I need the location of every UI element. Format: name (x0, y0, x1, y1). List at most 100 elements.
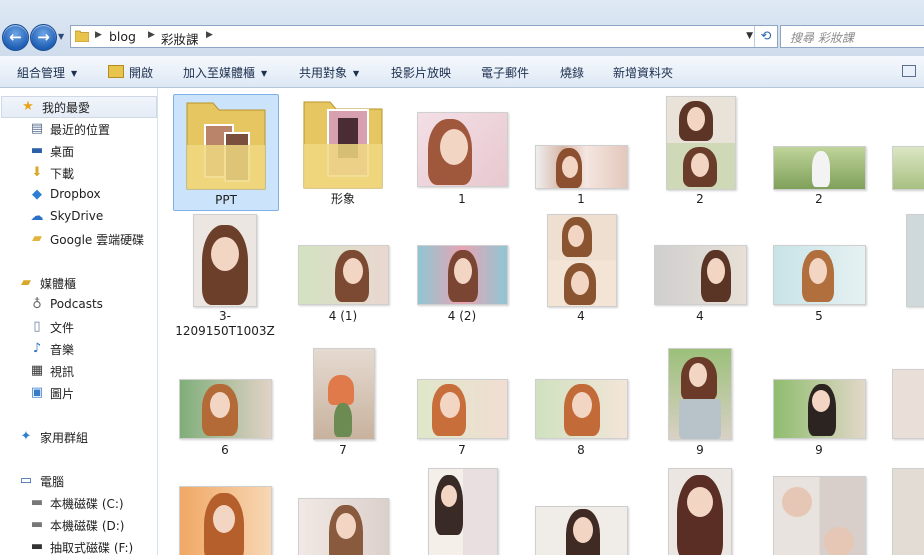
cloud-icon: ☁ (30, 209, 44, 224)
image-item[interactable] (886, 94, 924, 209)
image-thumbnail (417, 379, 508, 439)
slideshow-button[interactable]: 投影片放映 (391, 64, 451, 81)
breadcrumb-folder[interactable]: 彩妝課 (161, 29, 199, 48)
folder-icon (303, 101, 383, 189)
image-item[interactable] (648, 468, 752, 555)
navigation-pane: ★ 我的最愛 ▤ 最近的位置 ▬ 桌面 ⬇ 下載 ◆ Dropbox ☁ Sky… (0, 88, 158, 555)
image-item[interactable]: 8 (529, 346, 633, 461)
image-item[interactable] (173, 468, 277, 555)
nav-google-drive[interactable]: ▰ Google 雲端硬碟 (0, 229, 157, 249)
file-name: 4 (577, 309, 585, 323)
image-thumbnail (773, 245, 866, 305)
recent-pages-dropdown-icon[interactable]: ▼ (58, 32, 64, 41)
address-history-dropdown-icon[interactable]: ▼ (746, 31, 753, 41)
image-item[interactable] (291, 468, 395, 555)
nav-desktop[interactable]: ▬ 桌面 (0, 141, 157, 161)
add-to-library-button[interactable]: 加入至媒體櫃 ▼ (183, 64, 267, 81)
email-button[interactable]: 電子郵件 (481, 64, 529, 81)
file-name: 3-1209150T1003Z (175, 309, 275, 338)
nav-favorites[interactable]: ★ 我的最愛 (1, 96, 157, 118)
file-name: 7 (458, 443, 466, 457)
file-name: 2 (696, 192, 704, 206)
nav-pictures[interactable]: ▣ 圖片 (0, 383, 157, 403)
image-item[interactable]: 3-1209150T1003Z (173, 212, 277, 342)
image-item[interactable]: 1 (410, 94, 514, 209)
address-field[interactable]: ▶ blog ▶ 彩妝課 ▶ ▼ ⟲ (70, 25, 778, 48)
image-item[interactable]: 4 (529, 212, 633, 342)
image-item[interactable]: 4 (2) (410, 212, 514, 342)
nav-drive-c[interactable]: ▬ 本機磁碟 (C:) (0, 493, 157, 513)
image-thumbnail (535, 379, 628, 439)
folder-item[interactable]: 形象 (291, 94, 395, 209)
image-thumbnail (193, 214, 257, 307)
desktop-icon: ▬ (30, 143, 44, 158)
nav-drive-f[interactable]: ▬ 抽取式磁碟 (F:) (0, 537, 157, 557)
image-item[interactable]: 7 (291, 346, 395, 461)
preview-pane-icon[interactable] (902, 65, 916, 77)
dropbox-icon: ◆ (32, 187, 42, 202)
nav-videos[interactable]: ▦ 視訊 (0, 361, 157, 381)
image-item[interactable]: 9 (767, 346, 871, 461)
nav-skydrive[interactable]: ☁ SkyDrive (0, 207, 157, 227)
downloads-icon: ⬇ (31, 165, 43, 180)
back-button[interactable]: ← (2, 24, 29, 51)
nav-podcasts[interactable]: ♁ Podcasts (0, 295, 157, 315)
image-thumbnail (668, 468, 732, 555)
nav-libraries[interactable]: ▰ 媒體櫃 (0, 273, 157, 293)
image-thumbnail (892, 146, 924, 190)
nav-downloads[interactable]: ⬇ 下載 (0, 163, 157, 183)
image-item[interactable]: 6 (173, 346, 277, 461)
image-item[interactable] (886, 212, 924, 342)
nav-documents[interactable]: ▯ 文件 (0, 317, 157, 337)
image-item[interactable]: 9 (648, 346, 752, 461)
computer-icon: ▭ (19, 473, 33, 488)
nav-computer[interactable]: ▭ 電腦 (0, 471, 157, 491)
nav-drive-d[interactable]: ▬ 本機磁碟 (D:) (0, 515, 157, 535)
image-thumbnail (668, 348, 732, 440)
new-folder-button[interactable]: 新增資料夾 (613, 64, 673, 81)
drive-icon: ▬ (30, 517, 44, 532)
image-thumbnail (654, 245, 747, 305)
image-item[interactable] (886, 468, 924, 555)
file-name: PPT (215, 193, 237, 207)
nav-homegroup[interactable]: ✦ 家用群組 (0, 427, 157, 447)
image-thumbnail (535, 506, 628, 555)
image-item[interactable]: 7 (410, 346, 514, 461)
image-item[interactable] (767, 468, 871, 555)
image-item[interactable]: 4 (648, 212, 752, 342)
nav-dropbox[interactable]: ◆ Dropbox (0, 185, 157, 205)
breadcrumb-blog[interactable]: blog (109, 29, 136, 44)
search-placeholder: 搜尋 彩妝課 (790, 31, 854, 45)
file-name: 4 (696, 309, 704, 323)
address-bar: ← → ▼ ▶ blog ▶ 彩妝課 ▶ ▼ ⟲ 搜尋 彩妝課 (0, 0, 924, 56)
image-item[interactable] (410, 468, 514, 555)
forward-button[interactable]: → (30, 24, 57, 51)
back-arrow-icon: ← (9, 28, 22, 46)
image-item[interactable]: 2 (648, 94, 752, 209)
image-thumbnail (892, 468, 924, 555)
libraries-icon: ▰ (21, 275, 31, 290)
image-thumbnail (547, 214, 617, 307)
image-item[interactable] (886, 346, 924, 461)
refresh-button[interactable]: ⟲ (754, 26, 777, 47)
search-input[interactable]: 搜尋 彩妝課 (780, 25, 924, 48)
recent-places-icon: ▤ (30, 121, 44, 136)
share-button[interactable]: 共用對象 ▼ (299, 64, 359, 81)
image-item[interactable] (529, 468, 633, 555)
image-item[interactable]: 1 (529, 94, 633, 209)
nav-music[interactable]: ♪ 音樂 (0, 339, 157, 359)
image-item[interactable]: 4 (1) (291, 212, 395, 342)
open-button[interactable]: 開啟 (108, 64, 153, 81)
organize-button[interactable]: 組合管理 ▼ (17, 64, 77, 81)
folder-item[interactable]: PPT (173, 94, 279, 211)
file-name: 5 (815, 309, 823, 323)
image-item[interactable]: 2 (767, 94, 871, 209)
music-icon: ♪ (32, 341, 42, 356)
image-item[interactable]: 5 (767, 212, 871, 342)
image-thumbnail (773, 146, 866, 190)
breadcrumb-separator-icon: ▶ (148, 30, 155, 40)
nav-recent[interactable]: ▤ 最近的位置 (0, 119, 157, 139)
pictures-icon: ▣ (30, 385, 44, 400)
burn-button[interactable]: 燒錄 (560, 64, 584, 81)
removable-drive-icon: ▬ (30, 539, 44, 554)
